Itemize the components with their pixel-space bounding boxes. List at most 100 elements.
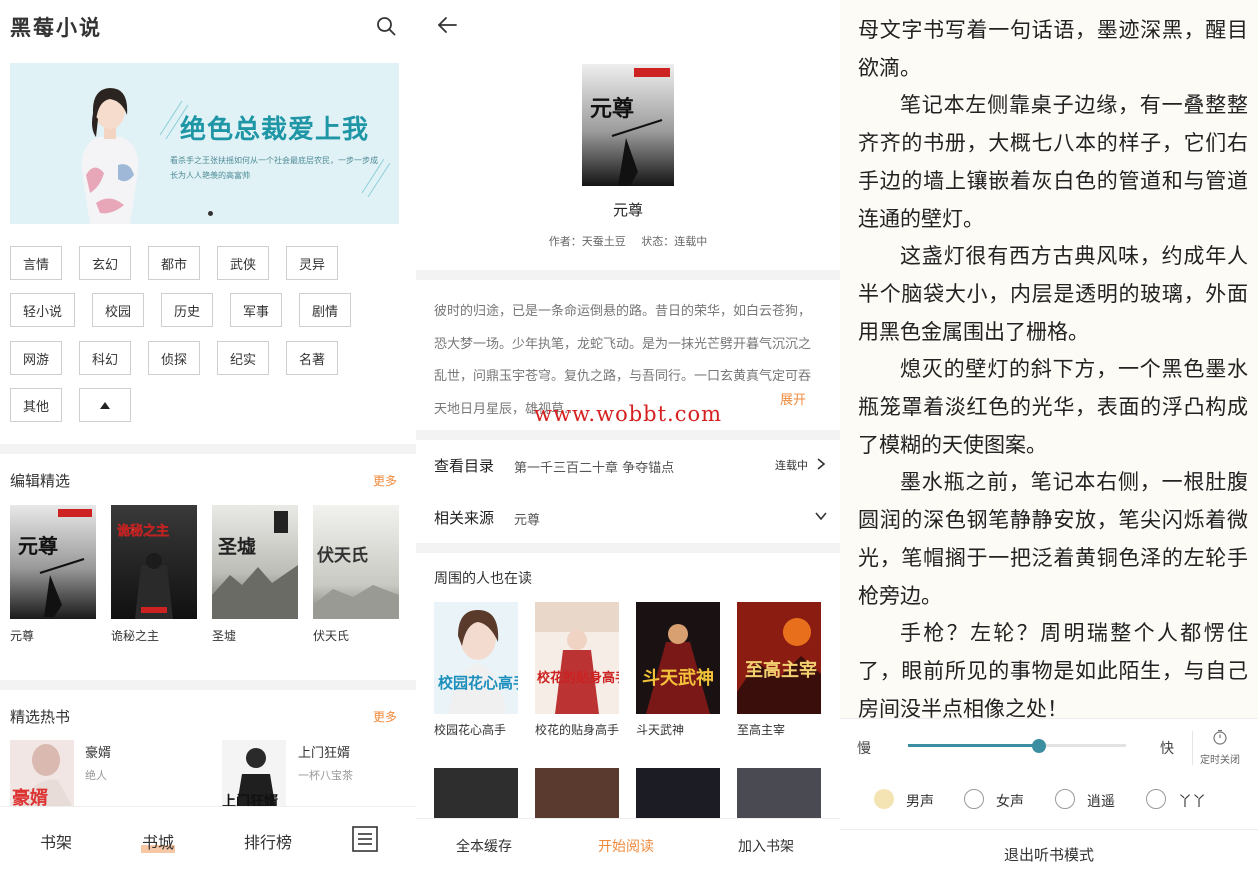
book-title: 校园花心高手 — [434, 723, 507, 737]
reader-paragraph: 母文字书写着一句话语，墨迹深黑，醒目欲滴。 — [858, 18, 1248, 80]
book-cover: 诡秘之主 — [111, 505, 197, 619]
book-author: 一杯八宝茶 — [298, 769, 353, 782]
category-tag[interactable]: 军事 — [230, 293, 282, 327]
reader-paragraph: 熄灭的壁灯的斜下方，一个黑色墨水瓶笼罩着淡红色的光华，表面的浮凸构成了模糊的天使… — [858, 357, 1248, 457]
category-tag[interactable]: 其他 — [10, 388, 62, 422]
category-tag[interactable]: 轻小说 — [10, 293, 75, 327]
listen-mode-panel: 慢 快 定时关闭 男声 女声 逍遥 丫丫 退出听书模式 — [840, 718, 1258, 874]
search-icon[interactable] — [376, 16, 396, 36]
book-card[interactable]: 元尊 元尊 — [10, 505, 96, 644]
book-cover: 元尊 — [582, 64, 674, 186]
bottom-navigation: 书架 书城 排行榜 — [0, 806, 416, 874]
book-title: 元尊 — [10, 629, 35, 643]
book-card[interactable] — [434, 768, 518, 818]
hot-book-item[interactable]: 上门狂婿 上门狂婿 一杯八宝茶 — [222, 740, 412, 810]
book-author: 绝人 — [85, 769, 107, 782]
timer-icon[interactable] — [1212, 729, 1228, 745]
book-cover: 校园花心高手 — [434, 602, 518, 714]
hot-books-more-link[interactable]: 更多 — [373, 708, 397, 725]
category-tag[interactable]: 网游 — [10, 341, 62, 375]
exit-listen-mode-button[interactable]: 退出听书模式 — [840, 829, 1258, 874]
book-title: 斗天武神 — [636, 723, 685, 737]
chevron-right-icon — [817, 458, 826, 470]
book-title: 上门狂婿 — [298, 746, 351, 761]
category-tag[interactable]: 名著 — [286, 341, 338, 375]
promo-banner[interactable]: 绝色总裁爱上我 看杀手之王张扶摇如何从一个社会最底层农民，一步一步成长为人人艳羡… — [10, 63, 399, 224]
book-title: 豪婿 — [85, 746, 112, 761]
cover-title-text: 校花的贴身高手 — [537, 670, 619, 686]
voice-label: 逍遥 — [1087, 794, 1115, 810]
book-meta: 作者：天蚕土豆 状态：连载中 — [416, 233, 840, 249]
book-card[interactable]: 圣墟 圣墟 — [212, 505, 298, 644]
voice-label: 丫丫 — [1178, 794, 1206, 810]
book-card[interactable] — [535, 768, 619, 818]
category-tag[interactable]: 校园 — [92, 293, 144, 327]
book-cover: 元尊 — [10, 505, 96, 619]
category-tag[interactable]: 言情 — [10, 246, 62, 280]
nav-tab-ranking[interactable]: 排行榜 — [244, 829, 292, 853]
source-row[interactable]: 相关来源 元尊 — [434, 507, 828, 535]
menu-icon[interactable] — [352, 826, 378, 852]
book-cover: 豪婿 — [10, 740, 74, 810]
latest-chapter: 第一千三百二十章 争夺锚点 — [514, 461, 675, 476]
speed-slider-fill — [908, 744, 1039, 747]
expand-intro-link[interactable]: 展开 — [778, 389, 807, 408]
category-tag[interactable]: 侦探 — [148, 341, 200, 375]
reader-paragraph: 这盏灯很有西方古典风味，约成年人半个脑袋大小，内层是透明的玻璃，外面用黑色金属围… — [858, 244, 1248, 344]
category-tag[interactable]: 纪实 — [217, 341, 269, 375]
radio-selected-icon — [874, 789, 894, 809]
book-card[interactable]: 至高主宰 至高主宰 — [737, 602, 821, 739]
timer-label[interactable]: 定时关闭 — [1200, 751, 1240, 766]
nav-tab-bookshelf[interactable]: 书架 — [40, 829, 72, 853]
speed-slider[interactable] — [908, 739, 1126, 753]
category-tag[interactable]: 科幻 — [79, 341, 131, 375]
editor-picks-more-link[interactable]: 更多 — [373, 472, 397, 489]
book-card[interactable]: 伏天氏 伏天氏 — [313, 505, 399, 644]
category-tag[interactable]: 历史 — [161, 293, 213, 327]
book-status: 状态：连载中 — [641, 235, 708, 248]
speed-slider-handle[interactable] — [1031, 739, 1046, 753]
cache-all-button[interactable]: 全本缓存 — [456, 836, 512, 856]
speed-fast-label: 快 — [1160, 741, 1174, 757]
chevron-down-icon — [815, 512, 827, 521]
category-tag[interactable]: 灵异 — [286, 246, 338, 280]
section-divider — [416, 543, 840, 553]
book-title: 元尊 — [612, 201, 643, 219]
book-cover: 校花的贴身高手 — [535, 602, 619, 714]
book-card[interactable]: 校花的贴身高手 校花的贴身高手 — [535, 602, 619, 739]
book-card[interactable] — [737, 768, 821, 818]
book-detail-screen: 元尊 元尊 作者：天蚕土豆 状态：连载中 彼时的归途，已是一条命运倒悬的路。昔日… — [416, 0, 840, 874]
book-cover — [434, 768, 518, 818]
collapse-categories-button[interactable] — [79, 388, 131, 422]
nav-tab-bookstore[interactable]: 书城 — [142, 829, 174, 853]
section-divider — [416, 270, 840, 280]
book-card[interactable]: 校园花心高手 校园花心高手 — [434, 602, 518, 739]
category-tag[interactable]: 玄幻 — [79, 246, 131, 280]
serial-status: 连载中 — [775, 459, 808, 472]
catalog-row[interactable]: 查看目录 第一千三百二十章 争夺锚点 连载中 — [434, 455, 828, 483]
start-reading-button[interactable]: 开始阅读 — [598, 836, 654, 856]
book-cover — [737, 768, 821, 818]
editor-picks-title: 编辑精选 — [10, 472, 71, 490]
reader-paragraph: 笔记本左侧靠桌子边缘，有一叠整整齐齐的书册，大概七八本的样子，它们右手边的墙上镶… — [858, 93, 1248, 231]
book-cover: 上门狂婿 — [222, 740, 286, 810]
carousel-indicator — [208, 211, 213, 216]
book-title: 诡秘之主 — [111, 629, 160, 643]
detail-action-bar: 全本缓存 开始阅读 加入书架 — [416, 818, 840, 874]
divider — [1192, 731, 1193, 765]
book-card[interactable] — [636, 768, 720, 818]
cover-title-text: 元尊 — [18, 534, 58, 558]
category-tag[interactable]: 都市 — [148, 246, 200, 280]
category-tag[interactable]: 剧情 — [299, 293, 351, 327]
category-tag[interactable]: 武侠 — [217, 246, 269, 280]
back-arrow-icon[interactable] — [436, 14, 458, 36]
collapse-triangle-icon — [100, 401, 110, 409]
cover-title-text: 伏天氏 — [317, 545, 368, 566]
add-to-shelf-button[interactable]: 加入书架 — [738, 836, 794, 856]
book-card[interactable]: 斗天武神 斗天武神 — [636, 602, 720, 739]
book-author: 作者：天蚕土豆 — [548, 235, 626, 248]
reader-screen: 母文字书写着一句话语，墨迹深黑，醒目欲滴。 笔记本左侧靠桌子边缘，有一叠整整齐齐… — [840, 0, 1258, 874]
hot-book-item[interactable]: 豪婿 豪婿 绝人 — [10, 740, 200, 810]
cover-title-text: 诡秘之主 — [117, 523, 169, 539]
book-card[interactable]: 诡秘之主 诡秘之主 — [111, 505, 197, 644]
